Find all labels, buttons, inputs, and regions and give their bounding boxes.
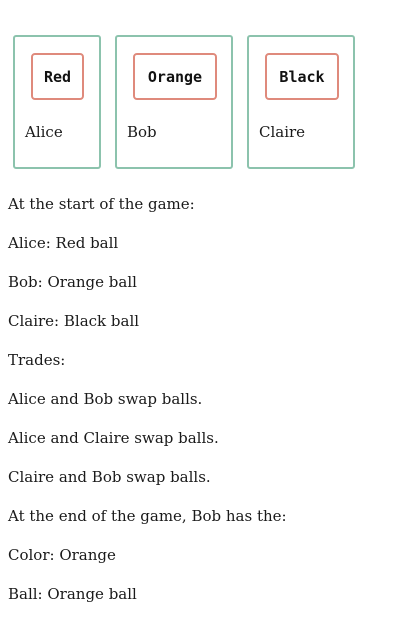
text-line: Claire and Bob swap balls. xyxy=(8,468,211,486)
text-line: Claire: Black ball xyxy=(8,312,140,330)
text-line: Alice and Bob swap balls. xyxy=(8,390,203,408)
ball-label: Orange xyxy=(133,53,217,100)
text-line: At the start of the game: xyxy=(8,195,195,213)
text-line: Alice and Claire swap balls. xyxy=(8,429,219,447)
player-name: Claire xyxy=(259,123,306,141)
player-card-alice: Red Alice xyxy=(13,35,101,169)
text-line: Alice: Red ball xyxy=(8,234,119,252)
text-line: Trades: xyxy=(8,351,66,369)
player-name: Alice xyxy=(25,123,63,141)
ball-label: Red xyxy=(31,53,84,100)
player-card-claire: Black Claire xyxy=(247,35,355,169)
game-description: At the start of the game: Alice: Red bal… xyxy=(8,195,392,621)
text-line: Ball: Orange ball xyxy=(8,585,137,603)
text-line: At the end of the game, Bob has the: xyxy=(8,507,287,525)
ball-label: Black xyxy=(265,53,339,100)
player-name: Bob xyxy=(127,123,157,141)
text-line: Bob: Orange ball xyxy=(8,273,137,291)
text-line: Color: Orange xyxy=(8,546,116,564)
player-cards: Red Alice Orange Bob Black Claire xyxy=(0,0,400,180)
player-card-bob: Orange Bob xyxy=(115,35,233,169)
